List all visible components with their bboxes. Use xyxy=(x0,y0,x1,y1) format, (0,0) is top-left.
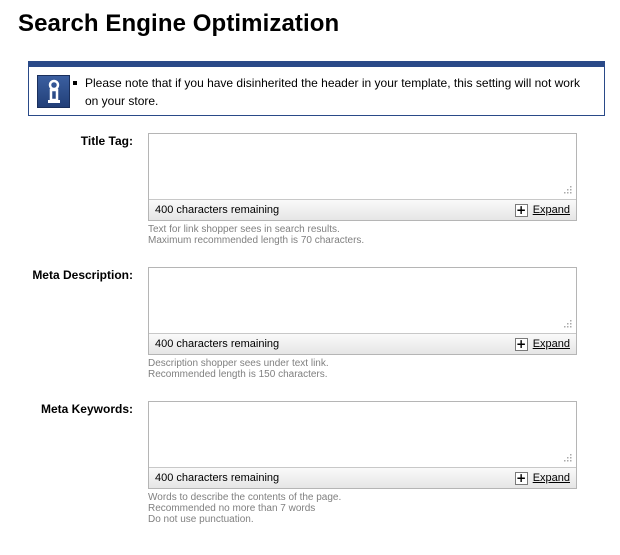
title-tag-help: Text for link shopper sees in search res… xyxy=(148,224,364,246)
meta-description-expand-button[interactable]: + Expand xyxy=(514,337,570,351)
meta-description-expand-link[interactable]: Expand xyxy=(533,338,570,350)
title-tag-input[interactable] xyxy=(149,134,576,199)
bullet-icon xyxy=(73,81,77,85)
help-line: Do not use punctuation. xyxy=(148,514,254,525)
help-line: Description shopper sees under text link… xyxy=(148,358,329,369)
help-line: Recommended length is 150 characters. xyxy=(148,369,328,380)
meta-description-help: Description shopper sees under text link… xyxy=(148,358,329,380)
title-tag-expand-link[interactable]: Expand xyxy=(533,204,570,216)
title-tag-label: Title Tag: xyxy=(80,134,133,148)
meta-description-label: Meta Description: xyxy=(32,268,133,282)
notice-text: Please note that if you have disinherite… xyxy=(85,76,580,108)
meta-keywords-help: Words to describe the contents of the pa… xyxy=(148,492,341,525)
meta-keywords-expand-button[interactable]: + Expand xyxy=(514,471,570,485)
resize-grip-icon[interactable] xyxy=(562,184,572,194)
meta-keywords-label: Meta Keywords: xyxy=(40,402,133,416)
info-icon xyxy=(37,75,70,108)
meta-description-input[interactable] xyxy=(149,268,576,333)
help-line: Words to describe the contents of the pa… xyxy=(148,492,342,503)
help-line: Text for link shopper sees in search res… xyxy=(148,224,340,235)
meta-description-chars-remaining: 400 characters remaining xyxy=(155,338,280,350)
resize-grip-icon[interactable] xyxy=(562,318,572,328)
title-tag-chars-remaining: 400 characters remaining xyxy=(155,204,280,216)
meta-keywords-chars-remaining: 400 characters remaining xyxy=(155,472,280,484)
meta-keywords-field: 400 characters remaining + Expand xyxy=(148,401,577,489)
meta-keywords-expand-link[interactable]: Expand xyxy=(533,472,570,484)
plus-icon[interactable]: + xyxy=(514,337,528,351)
help-line: Recommended no more than 7 words xyxy=(148,503,316,514)
title-tag-status-bar: 400 characters remaining + Expand xyxy=(149,199,576,220)
meta-keywords-status-bar: 400 characters remaining + Expand xyxy=(149,467,576,488)
meta-keywords-input[interactable] xyxy=(149,402,576,467)
page-title: Search Engine Optimization xyxy=(18,10,340,37)
notice-message: Please note that if you have disinherite… xyxy=(73,74,595,110)
notice-box: Please note that if you have disinherite… xyxy=(28,61,605,116)
title-tag-field: 400 characters remaining + Expand xyxy=(148,133,577,221)
help-line: Maximum recommended length is 70 charact… xyxy=(148,235,365,246)
resize-grip-icon[interactable] xyxy=(562,452,572,462)
meta-description-field: 400 characters remaining + Expand xyxy=(148,267,577,355)
title-tag-expand-button[interactable]: + Expand xyxy=(514,203,570,217)
plus-icon[interactable]: + xyxy=(514,203,528,217)
plus-icon[interactable]: + xyxy=(514,471,528,485)
meta-description-status-bar: 400 characters remaining + Expand xyxy=(149,333,576,354)
